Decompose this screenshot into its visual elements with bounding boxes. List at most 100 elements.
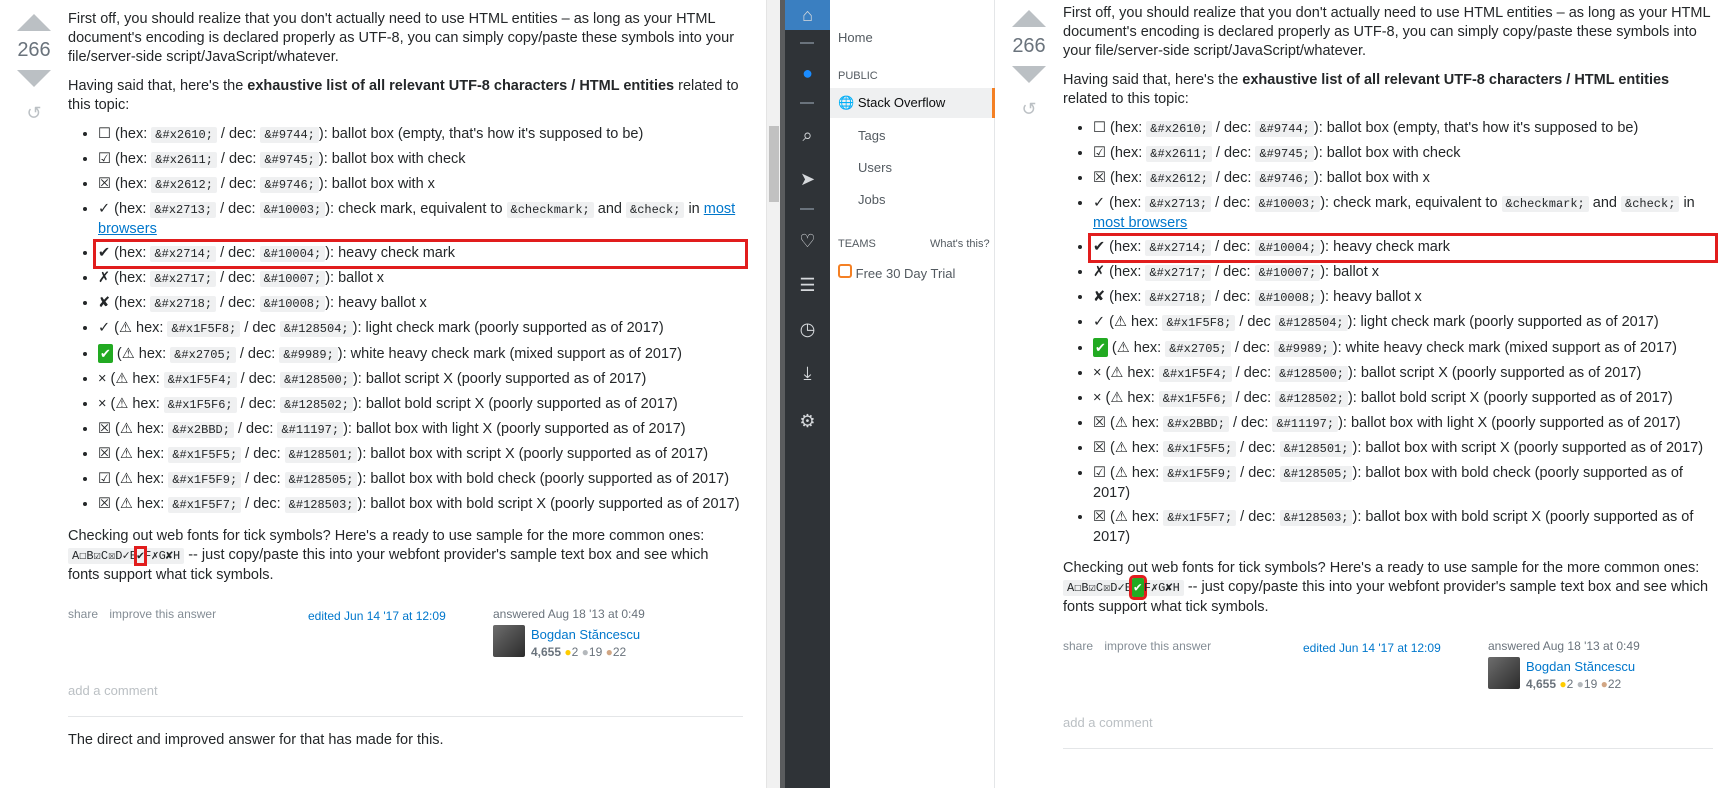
description: ): light check mark (poorly supported as… bbox=[1347, 314, 1659, 330]
symbol: ☐ bbox=[98, 126, 111, 142]
list-item: ☑ (hex: &#x2611; / dec: &#9745;): ballot… bbox=[1093, 144, 1713, 164]
label: and bbox=[1588, 195, 1621, 211]
download-icon[interactable]: ⤓ bbox=[785, 358, 830, 388]
whats-this-link[interactable]: What's this? bbox=[930, 238, 990, 250]
downvote-arrow-icon[interactable] bbox=[17, 70, 51, 87]
dec-code: &#128500; bbox=[280, 372, 353, 388]
hex-code: &#x1F5F6; bbox=[163, 397, 237, 413]
label: / dec: bbox=[1211, 170, 1256, 186]
description: ): ballot script X (poorly supported as … bbox=[352, 371, 647, 387]
home-shape-icon[interactable]: ⌂ bbox=[785, 0, 830, 30]
symbol: ✔ bbox=[98, 245, 111, 261]
news-icon[interactable]: ☰ bbox=[785, 270, 830, 300]
description: ): heavy check mark bbox=[1320, 239, 1450, 255]
list-item: ☑ (hex: &#x2611; / dec: &#9745;): ballot… bbox=[98, 150, 743, 170]
share-link[interactable]: share bbox=[68, 607, 98, 621]
nav-free-trial[interactable]: Free 30 Day Trial bbox=[838, 264, 955, 281]
user-name-link[interactable]: Bogdan Stăncescu bbox=[531, 625, 640, 644]
edited-link[interactable]: edited Jun 14 '17 at 12:09 bbox=[1303, 639, 1441, 658]
label: / dec: bbox=[1230, 340, 1275, 356]
label: (hex: bbox=[110, 201, 151, 217]
hex-code: &#x2714; bbox=[150, 246, 217, 262]
description: ): ballot box (empty, that's how it's su… bbox=[1313, 120, 1639, 136]
silver-count: 19 bbox=[1583, 677, 1598, 691]
edited-link[interactable]: edited Jun 14 '17 at 12:09 bbox=[308, 607, 446, 626]
symbol: ✗ bbox=[1093, 264, 1106, 280]
dec-code: &#9745; bbox=[260, 152, 319, 168]
add-comment-link[interactable]: add a comment bbox=[1063, 713, 1713, 732]
label: / dec: bbox=[1236, 440, 1280, 456]
silver-count: 19 bbox=[588, 645, 603, 659]
answered-date: answered Aug 18 '13 at 0:49 bbox=[1488, 639, 1640, 653]
nav-stack-overflow[interactable]: 🌐 Stack Overflow bbox=[838, 95, 945, 111]
improve-answer-link[interactable]: improve this answer bbox=[109, 607, 216, 621]
messenger-icon[interactable]: ● bbox=[785, 58, 830, 88]
dec-code: &#11197; bbox=[277, 422, 344, 438]
sample-part: F✗G✘H bbox=[144, 549, 181, 563]
improve-answer-link[interactable]: improve this answer bbox=[1104, 639, 1211, 653]
hex-code: &#x2611; bbox=[1146, 146, 1212, 162]
most-browsers-link[interactable]: most browsers bbox=[1093, 215, 1187, 231]
nav-jobs[interactable]: Jobs bbox=[858, 192, 885, 207]
nav-users[interactable]: Users bbox=[858, 160, 892, 175]
description: ): ballot x bbox=[1320, 264, 1380, 280]
hex-code: &#x1F5F5; bbox=[168, 447, 242, 463]
user-card: answered Aug 18 '13 at 0:49 Bogdan Stănc… bbox=[1488, 637, 1688, 691]
search-icon[interactable]: ⌕ bbox=[785, 120, 830, 150]
label: / dec: bbox=[216, 201, 260, 217]
gear-icon[interactable]: ⚙ bbox=[785, 406, 830, 436]
nav-home[interactable]: Home bbox=[838, 30, 873, 45]
label: (hex: bbox=[1105, 239, 1146, 255]
history-icon[interactable]: ↺ bbox=[1009, 99, 1049, 120]
label: / dec: bbox=[1211, 145, 1256, 161]
divider bbox=[1063, 748, 1713, 749]
avatar[interactable] bbox=[1488, 657, 1520, 689]
answered-date: answered Aug 18 '13 at 0:49 bbox=[493, 607, 645, 621]
list-item: ☒ (hex: &#x2612; / dec: &#9746;): ballot… bbox=[1093, 169, 1713, 189]
downvote-arrow-icon[interactable] bbox=[1012, 66, 1046, 83]
list-item: × (⚠ hex: &#x1F5F4; / dec: &#128500;): b… bbox=[98, 370, 743, 390]
add-comment-link[interactable]: add a comment bbox=[68, 681, 743, 700]
description: ): ballot bold script X (poorly supporte… bbox=[1347, 390, 1673, 406]
user-name-link[interactable]: Bogdan Stăncescu bbox=[1526, 657, 1635, 676]
label: (hex: bbox=[1106, 170, 1147, 186]
send-icon[interactable]: ➤ bbox=[785, 164, 830, 194]
label: (⚠ hex: bbox=[1101, 365, 1159, 381]
hex-code: &#x1F5F4; bbox=[1158, 366, 1232, 382]
description: ): ballot box (empty, that's how it's su… bbox=[318, 126, 644, 142]
silver-badge-icon: ● bbox=[1576, 677, 1584, 691]
symbol: ☐ bbox=[1093, 120, 1106, 136]
heart-icon[interactable]: ♡ bbox=[785, 226, 830, 256]
label: in bbox=[684, 201, 704, 217]
left-scrollbar[interactable] bbox=[766, 0, 780, 788]
hex-code: &#x2612; bbox=[151, 177, 217, 193]
dec-code: &#128501; bbox=[284, 447, 358, 463]
history-icon[interactable]: ↺ bbox=[14, 103, 54, 124]
description: ): ballot box with bold script X (poorly… bbox=[357, 496, 740, 512]
dec-code: &#10007; bbox=[1254, 265, 1321, 281]
label: (hex: bbox=[110, 245, 151, 261]
webfont-text: Checking out web fonts for tick symbols?… bbox=[68, 528, 705, 544]
vote-column: 266 ↺ bbox=[14, 14, 54, 124]
symbol: ✓ bbox=[1093, 195, 1106, 211]
upvote-arrow-icon[interactable] bbox=[1012, 10, 1046, 27]
description: ): ballot box with x bbox=[318, 176, 435, 192]
share-link[interactable]: share bbox=[1063, 639, 1093, 653]
scrollbar-thumb[interactable] bbox=[769, 126, 779, 202]
avatar[interactable] bbox=[493, 625, 525, 657]
upvote-arrow-icon[interactable] bbox=[17, 14, 51, 31]
list-item: ✘ (hex: &#x2718; / dec: &#10008;): heavy… bbox=[98, 294, 743, 314]
hex-code: &#x2BBD; bbox=[1163, 416, 1229, 432]
description: ): ballot box with light X (poorly suppo… bbox=[343, 421, 686, 437]
clock-icon[interactable]: ◷ bbox=[785, 314, 830, 344]
symbol: ☒ bbox=[98, 176, 111, 192]
dec-code: &#9746; bbox=[1255, 171, 1314, 187]
list-item: ☑ (⚠ hex: &#x1F5F9; / dec: &#128505;): b… bbox=[1093, 464, 1713, 503]
label: / dec: bbox=[1231, 365, 1276, 381]
intro-paragraph-2: Having said that, here's the exhaustive … bbox=[68, 77, 743, 115]
dec-code: &#9744; bbox=[1255, 121, 1314, 137]
reputation: 4,655 ●2 ●19 ●22 bbox=[1526, 675, 1621, 694]
hex-code: &#x1F5F6; bbox=[1158, 391, 1232, 407]
hex-code: &#x2717; bbox=[150, 271, 217, 287]
nav-tags[interactable]: Tags bbox=[858, 128, 885, 143]
